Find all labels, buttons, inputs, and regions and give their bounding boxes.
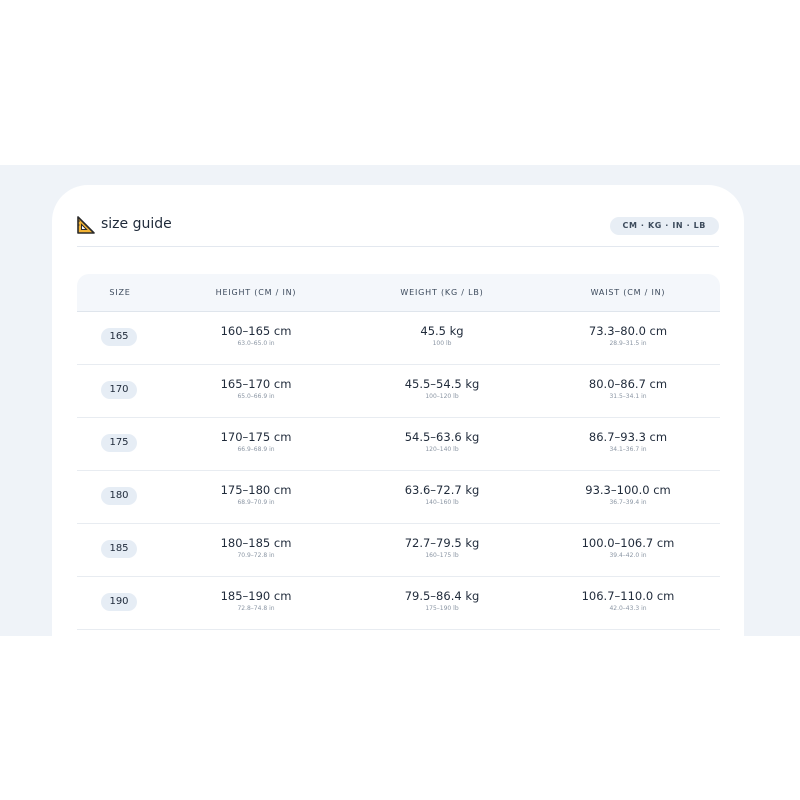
waist-in: 34.1–36.7 in — [609, 446, 647, 453]
waist-cell: 73.3–80.0 cm 28.9–31.5 in — [535, 324, 721, 349]
waist-cm: 100.0–106.7 cm — [581, 536, 675, 550]
waist-cell: 80.0–86.7 cm 31.5–34.1 in — [535, 377, 721, 402]
waist-in: 31.5–34.1 in — [609, 393, 647, 400]
height-in: 66.9–68.9 in — [237, 446, 275, 453]
weight-lb: 100–120 lb — [425, 393, 459, 400]
height-in: 72.8–74.8 in — [237, 605, 275, 612]
waist-in: 39.4–42.0 in — [609, 552, 647, 559]
height-cm: 185–190 cm — [220, 589, 292, 603]
waist-cm: 73.3–80.0 cm — [588, 324, 668, 338]
weight-cell: 63.6–72.7 kg 140–160 lb — [349, 483, 535, 508]
height-in: 63.0–65.0 in — [237, 340, 275, 347]
column-header-height: HEIGHT (CM / IN) — [215, 288, 297, 297]
weight-kg: 45.5 kg — [420, 324, 464, 338]
weight-lb: 160–175 lb — [425, 552, 459, 559]
weight-cell: 45.5 kg 100 lb — [349, 324, 535, 349]
table-row: 170 165–170 cm 65.0–66.9 in 45.5–54.5 kg… — [77, 365, 720, 418]
height-cm: 160–165 cm — [220, 324, 292, 338]
waist-in: 36.7–39.4 in — [609, 499, 647, 506]
weight-cell: 54.5–63.6 kg 120–140 lb — [349, 430, 535, 455]
weight-kg: 54.5–63.6 kg — [404, 430, 480, 444]
height-cell: 175–180 cm 68.9–70.9 in — [163, 483, 349, 508]
size-badge: 190 — [101, 593, 137, 611]
height-cm: 180–185 cm — [220, 536, 292, 550]
waist-cm: 80.0–86.7 cm — [588, 377, 668, 391]
table-row: 185 180–185 cm 70.9–72.8 in 72.7–79.5 kg… — [77, 524, 720, 577]
column-header-waist: WAIST (CM / IN) — [590, 288, 666, 297]
set-square-ruler-icon — [77, 216, 95, 234]
weight-kg: 45.5–54.5 kg — [404, 377, 480, 391]
table-body: 165 160–165 cm 63.0–65.0 in 45.5 kg 100 … — [77, 312, 720, 630]
page-title: size guide — [101, 216, 172, 232]
column-header-weight: WEIGHT (KG / LB) — [400, 288, 484, 297]
waist-cm: 93.3–100.0 cm — [585, 483, 671, 497]
height-cell: 160–165 cm 63.0–65.0 in — [163, 324, 349, 349]
height-in: 68.9–70.9 in — [237, 499, 275, 506]
weight-kg: 72.7–79.5 kg — [404, 536, 480, 550]
waist-cell: 93.3–100.0 cm 36.7–39.4 in — [535, 483, 721, 508]
size-badge: 185 — [101, 540, 137, 558]
weight-lb: 140–160 lb — [425, 499, 459, 506]
page-background-band: size guide CM · KG · IN · LB SIZE HEIGHT… — [0, 165, 800, 636]
height-cell: 180–185 cm 70.9–72.8 in — [163, 536, 349, 561]
column-header-size: SIZE — [109, 288, 131, 297]
waist-cell: 100.0–106.7 cm 39.4–42.0 in — [535, 536, 721, 561]
weight-cell: 79.5–86.4 kg 175–190 lb — [349, 589, 535, 614]
height-cm: 165–170 cm — [220, 377, 292, 391]
height-cell: 170–175 cm 66.9–68.9 in — [163, 430, 349, 455]
height-in: 65.0–66.9 in — [237, 393, 275, 400]
height-cm: 170–175 cm — [220, 430, 292, 444]
units-toggle-badge[interactable]: CM · KG · IN · LB — [609, 217, 719, 235]
waist-in: 42.0–43.3 in — [609, 605, 647, 612]
height-in: 70.9–72.8 in — [237, 552, 275, 559]
weight-lb: 120–140 lb — [425, 446, 459, 453]
size-badge: 170 — [101, 381, 137, 399]
waist-cm: 106.7–110.0 cm — [581, 589, 675, 603]
size-table: SIZE HEIGHT (CM / IN) WEIGHT (KG / LB) W… — [77, 274, 720, 630]
height-cell: 165–170 cm 65.0–66.9 in — [163, 377, 349, 402]
weight-lb: 100 lb — [432, 340, 452, 347]
table-row: 165 160–165 cm 63.0–65.0 in 45.5 kg 100 … — [77, 312, 720, 365]
size-badge: 175 — [101, 434, 137, 452]
waist-in: 28.9–31.5 in — [609, 340, 647, 347]
waist-cm: 86.7–93.3 cm — [588, 430, 668, 444]
height-cell: 185–190 cm 72.8–74.8 in — [163, 589, 349, 614]
weight-lb: 175–190 lb — [425, 605, 459, 612]
table-row: 175 170–175 cm 66.9–68.9 in 54.5–63.6 kg… — [77, 418, 720, 471]
weight-cell: 45.5–54.5 kg 100–120 lb — [349, 377, 535, 402]
weight-cell: 72.7–79.5 kg 160–175 lb — [349, 536, 535, 561]
size-badge: 180 — [101, 487, 137, 505]
weight-kg: 63.6–72.7 kg — [404, 483, 480, 497]
height-cm: 175–180 cm — [220, 483, 292, 497]
table-row: 180 175–180 cm 68.9–70.9 in 63.6–72.7 kg… — [77, 471, 720, 524]
size-guide-card: size guide CM · KG · IN · LB SIZE HEIGHT… — [52, 185, 744, 636]
table-row: 190 185–190 cm 72.8–74.8 in 79.5–86.4 kg… — [77, 577, 720, 630]
card-header: size guide CM · KG · IN · LB — [77, 211, 719, 247]
waist-cell: 106.7–110.0 cm 42.0–43.3 in — [535, 589, 721, 614]
table-header: SIZE HEIGHT (CM / IN) WEIGHT (KG / LB) W… — [77, 274, 720, 312]
size-badge: 165 — [101, 328, 137, 346]
waist-cell: 86.7–93.3 cm 34.1–36.7 in — [535, 430, 721, 455]
weight-kg: 79.5–86.4 kg — [404, 589, 480, 603]
